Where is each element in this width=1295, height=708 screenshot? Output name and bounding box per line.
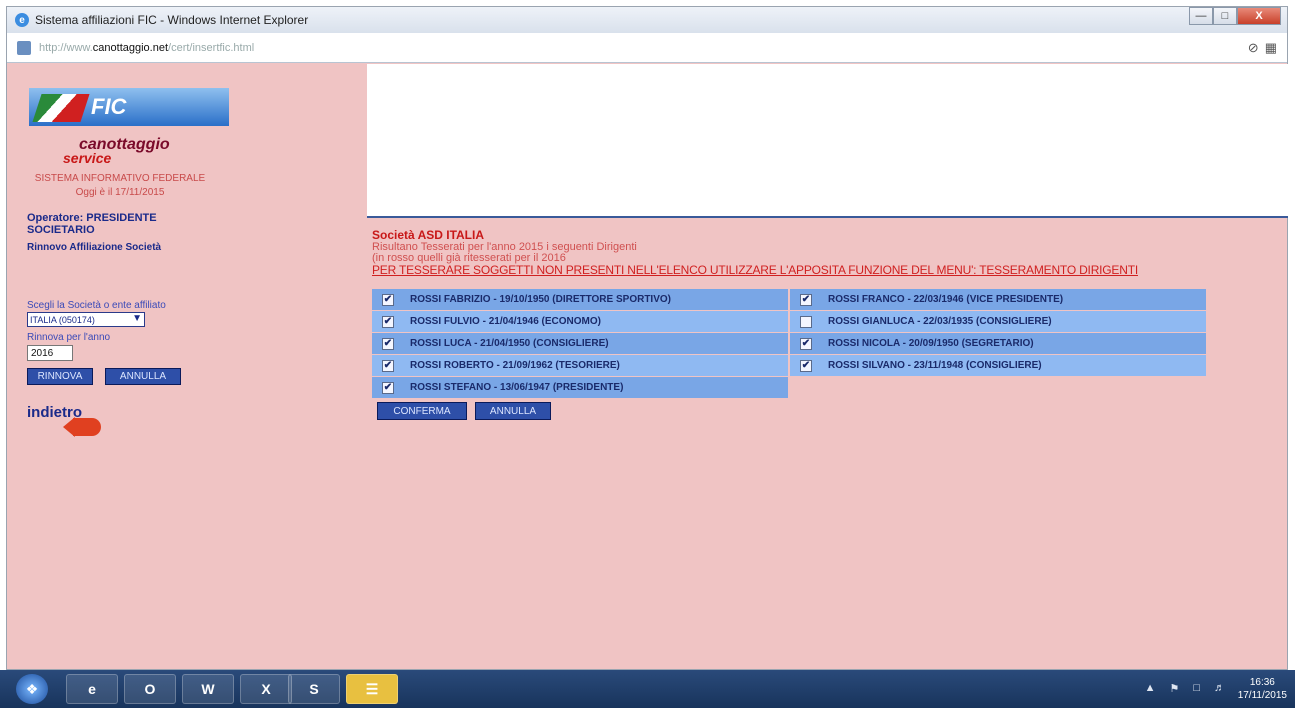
dirigente-checkbox[interactable]: ✔ [382,359,394,372]
flag-icon [32,94,90,122]
clock[interactable]: 16:36 17/11/2015 [1238,676,1287,702]
window-controls: — □ X [1189,7,1281,25]
society-select[interactable]: ITALIA (050174) ▼ [27,312,145,327]
taskbar-excel-icon[interactable]: X [240,674,292,704]
cancel-button[interactable]: ANNULLA [475,402,551,420]
chevron-down-icon: ▼ [132,313,142,324]
block-icon[interactable]: ⊘ [1248,40,1259,56]
year-input[interactable]: 2016 [27,345,73,361]
minimize-button[interactable]: — [1189,7,1213,25]
society-select-label: Scegli la Società o ente affiliato [27,300,166,311]
dirigente-name: ROSSI FRANCO - 22/03/1946 (VICE PRESIDEN… [828,294,1064,305]
dirigente-checkbox[interactable]: ✔ [382,293,394,306]
volume-icon[interactable]: ♬ [1214,682,1225,695]
window-title: Sistema affiliazioni FIC - Windows Inter… [35,13,309,27]
date-line: Oggi è il 17/11/2015 [75,187,165,198]
dirigente-name: ROSSI FULVIO - 21/04/1946 (ECONOMO) [410,316,601,327]
dirigente-row: ✔ ROSSI SILVANO - 23/11/1948 (CONSIGLIERE… [790,355,1206,376]
back-arrow-icon [63,417,101,437]
address-tools: ⊘ ▦ [1248,40,1277,56]
cancel-renew-button[interactable]: ANNULLA [105,368,181,385]
compat-icon[interactable]: ▦ [1265,40,1277,56]
dirigente-name: ROSSI STEFANO - 13/06/1947 (PRESIDENTE) [410,382,624,393]
dirigente-row: ROSSI GIANLUCA - 22/03/1935 (CONSIGLIERE… [790,311,1206,332]
warning-text: PER TESSERARE SOGGETTI NON PRESENTI NELL… [372,263,1138,277]
taskbar-outlook-icon[interactable]: O [124,674,176,704]
flag-tray-icon[interactable]: ⚑ [1169,682,1179,695]
dirigente-name: ROSSI ROBERTO - 21/09/1962 (TESORIERE) [410,360,620,371]
dirigente-row: ✔ ROSSI ROBERTO - 21/09/1962 (TESORIERE) [372,355,788,376]
dirigente-checkbox[interactable]: ✔ [382,381,394,394]
dirigente-row: ✔ ROSSI FRANCO - 22/03/1946 (VICE PRESIDE… [790,289,1206,310]
dirigente-checkbox[interactable]: ✔ [800,337,812,350]
dirigente-name: ROSSI GIANLUCA - 22/03/1935 (CONSIGLIERE… [828,316,1052,327]
dirigente-row: ✔ ROSSI FABRIZIO - 19/10/1950 (DIRETTORE … [372,289,788,310]
renew-button[interactable]: RINNOVA [27,368,93,385]
taskbar-ie-icon[interactable]: e [66,674,118,704]
page-icon [17,40,31,55]
close-button[interactable]: X [1237,7,1281,25]
dirigente-row: ✔ ROSSI FULVIO - 21/04/1946 (ECONOMO) [372,311,788,332]
dirigente-name: ROSSI NICOLA - 20/09/1950 (SEGRETARIO) [828,338,1034,349]
main-content: Società ASD ITALIA Risultano Tesserati p… [372,228,1272,276]
dirigente-checkbox[interactable]: ✔ [800,293,812,306]
dirigente-row: ✔ ROSSI NICOLA - 20/09/1950 (SEGRETARIO) [790,333,1206,354]
system-name: SISTEMA INFORMATIVO FEDERALE [34,173,206,184]
header-frame [367,64,1288,218]
tray-arrow-icon[interactable]: ▲ [1145,682,1156,695]
start-button[interactable]: ❖ [16,674,48,704]
society-title: Società ASD ITALIA [372,228,485,242]
taskbar-explorer-icon[interactable]: ☰ [346,674,398,704]
system-info: SISTEMA INFORMATIVO FEDERALE Oggi è il 1… [7,172,233,200]
taskbar: ❖ e O W X S ☰ ▲ ⚑ □ ♬ 16:36 17/11/2015 [0,670,1295,708]
ie-icon: e [15,13,29,27]
dirigente-checkbox[interactable]: ✔ [382,315,394,328]
confirm-button[interactable]: CONFERMA [377,402,467,420]
dirigente-name: ROSSI LUCA - 21/04/1950 (CONSIGLIERE) [410,338,609,349]
year-label: Rinnova per l'anno [27,332,111,343]
taskbar-skype-icon[interactable]: S [288,674,340,704]
dirigente-name: ROSSI FABRIZIO - 19/10/1950 (DIRETTORE S… [410,294,671,305]
url-domain: canottaggio.net [92,41,169,54]
title-bar: e Sistema affiliazioni FIC - Windows Int… [7,7,1287,33]
network-icon[interactable]: □ [1193,682,1200,695]
left-column: ✔ ROSSI FABRIZIO - 19/10/1950 (DIRETTORE … [372,289,790,399]
address-bar[interactable]: http://www.canottaggio.net/cert/insertfi… [7,33,1287,63]
operator-label: Operatore: PRESIDENTE SOCIETARIO [27,212,157,236]
menu-rinnovo-affiliazione[interactable]: Rinnovo Affiliazione Società [27,242,161,253]
dirigente-checkbox[interactable]: ✔ [800,359,812,372]
dirigente-checkbox[interactable] [800,315,812,328]
system-tray: ▲ ⚑ □ ♬ [1145,682,1225,695]
url-text[interactable]: http://www.canottaggio.net/cert/insertfi… [39,42,254,54]
back-button[interactable]: indietro [27,404,117,438]
right-column: ✔ ROSSI FRANCO - 22/03/1946 (VICE PRESIDE… [790,289,1208,377]
fic-logo: FIC [29,88,229,126]
dirigente-checkbox[interactable]: ✔ [382,337,394,350]
canottaggio-service-logo: canottaggio service [63,136,170,166]
maximize-button[interactable]: □ [1213,7,1237,25]
dirigente-name: ROSSI SILVANO - 23/11/1948 (CONSIGLIERE) [828,360,1042,371]
dirigente-row: ✔ ROSSI LUCA - 21/04/1950 (CONSIGLIERE) [372,333,788,354]
dirigente-row: ✔ ROSSI STEFANO - 13/06/1947 (PRESIDENTE) [372,377,788,398]
taskbar-word-icon[interactable]: W [182,674,234,704]
sidebar: FIC canottaggio service SISTEMA INFORMAT… [7,64,367,670]
